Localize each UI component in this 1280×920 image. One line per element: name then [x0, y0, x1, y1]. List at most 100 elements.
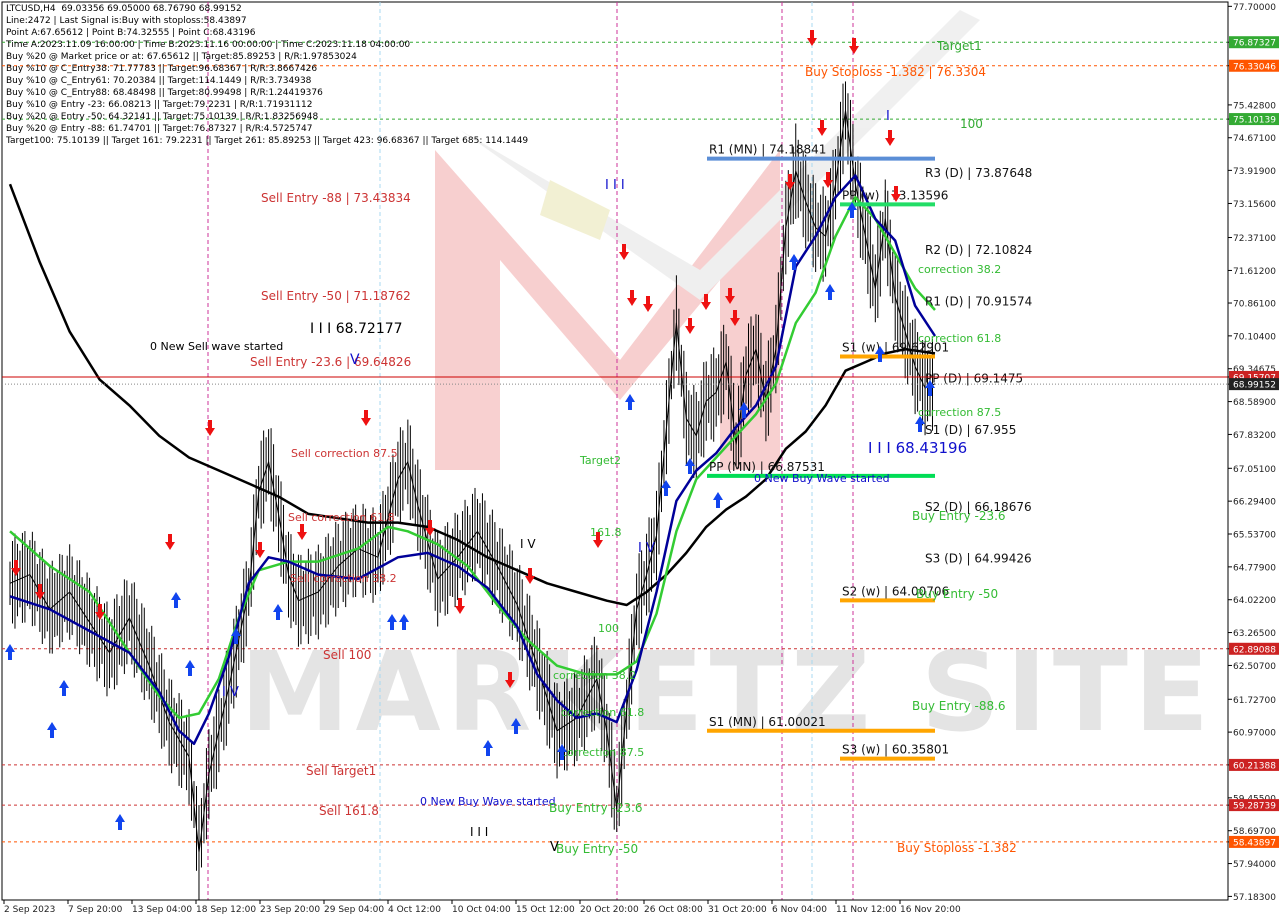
y-tick-label: 76.33046	[1233, 62, 1276, 72]
annotation-6: Sell correction 61.8	[288, 511, 395, 524]
level-label-4: Sell Target1	[306, 764, 376, 778]
annotation-22: Buy Entry -23.6	[912, 509, 1006, 523]
annotation-1: Sell Entry -50 | 71.18762	[261, 289, 411, 303]
y-tick-label: 65.53700	[1233, 530, 1276, 540]
y-tick-label: 74.67100	[1233, 134, 1276, 144]
x-tick-label: 26 Oct 08:00	[644, 905, 703, 915]
y-tick-label: 64.02200	[1233, 596, 1276, 606]
y-tick-label: 71.61200	[1233, 267, 1276, 277]
daily-label-0: R3 (D) | 73.87648	[925, 166, 1032, 180]
y-axis: 77.70000 76.87327 76.33046 75.42800 75.10139…	[1227, 2, 1279, 903]
x-tick-label: 16 Nov 20:00	[900, 905, 961, 915]
annotation-31: V	[550, 840, 559, 855]
daily-label-6: S3 (D) | 64.99426	[925, 552, 1032, 566]
annotation-20: 0 New Buy Wave started	[754, 472, 890, 485]
annotation-24: Buy Entry -88.6	[912, 699, 1006, 713]
y-tick-label: 73.91900	[1233, 167, 1276, 177]
y-tick-label: 67.83200	[1233, 431, 1276, 441]
annotation-16: 100	[598, 622, 619, 635]
y-tick-label: 77.70000	[1233, 3, 1276, 13]
annotation-12: correction 61.8	[561, 706, 644, 719]
info-line: Point A:67.65612 | Point B:74.32555 | Po…	[6, 28, 256, 38]
y-tick-label: 62.50700	[1233, 662, 1276, 672]
pivot-label-6: S3 (w) | 60.35801	[842, 743, 949, 757]
annotation-4: 0 New Sell wave started	[150, 340, 283, 353]
annotation-26: correction 61.8	[918, 332, 1001, 345]
info-line: LTCUSD,H4 69.03356 69.05000 68.76790 68.…	[6, 4, 242, 14]
y-tick-label: 73.15600	[1233, 200, 1276, 210]
level-label-2: 100	[960, 117, 983, 131]
annotation-21: I I I 68.43196	[868, 439, 967, 457]
y-tick-label: 57.94000	[1233, 860, 1276, 870]
y-tick-label: 58.69700	[1233, 827, 1276, 837]
annotation-0: Sell Entry -88 | 73.43834	[261, 191, 411, 205]
annotation-29: I V	[520, 537, 536, 551]
level-label-3: Sell 100	[323, 648, 371, 662]
annotation-11: correction 38.2	[553, 669, 636, 682]
annotation-3: I I I 68.72177	[310, 321, 403, 337]
x-tick-label: 29 Sep 04:00	[324, 905, 384, 915]
info-line: Buy %10 @ C_Entry61: 70.20384 || Target:…	[6, 76, 312, 86]
info-line: Target100: 75.10139 || Target 161: 79.22…	[6, 136, 529, 146]
annotation-5: Sell correction 87.5	[291, 447, 398, 460]
x-tick-label: 10 Oct 04:00	[452, 905, 511, 915]
annotation-18: I I I	[605, 178, 625, 193]
y-tick-label: 70.10400	[1233, 332, 1276, 342]
info-line: Buy %10 @ Entry -23: 66.08213 || Target:…	[6, 100, 313, 110]
daily-label-1: R2 (D) | 72.10824	[925, 243, 1032, 257]
daily-label-2: R1 (D) | 70.91574	[925, 295, 1032, 309]
annotation-13: correction 87.5	[561, 746, 644, 759]
y-tick-label: 60.97000	[1233, 729, 1276, 739]
annotation-28: I V	[222, 685, 239, 700]
y-tick-label: 64.77900	[1233, 563, 1276, 573]
annotation-14: Target2	[579, 454, 621, 467]
level-label-5: Sell 161.8	[319, 804, 379, 818]
level-label-0: Target1	[936, 39, 982, 53]
annotation-2: Sell Entry -23.6 | 69.64826	[250, 355, 411, 369]
y-tick-label: 62.89088	[1233, 645, 1276, 655]
y-tick-label: 66.29400	[1233, 498, 1276, 508]
y-tick-label: 60.21388	[1233, 761, 1276, 771]
y-tick-label: 59.28739	[1233, 802, 1276, 812]
y-tick-label: 67.05100	[1233, 465, 1276, 475]
info-line: Line:2472 | Last Signal is:Buy with stop…	[6, 16, 247, 26]
annotation-8: 0 New Buy Wave started	[420, 795, 556, 808]
info-line: Buy %20 @ Entry -88: 61.74701 || Target:…	[6, 124, 313, 134]
annotation-7: Sell correction 38.2	[290, 572, 397, 585]
x-tick-label: 23 Sep 20:00	[260, 905, 320, 915]
annotation-15: 161.8	[590, 526, 622, 539]
y-tick-label: 75.10139	[1233, 116, 1276, 126]
chart-root: MARKETZ SITE R1 (MN) | 74.18841 PP (MN) | …	[0, 0, 1280, 920]
x-tick-label: 7 Sep 20:00	[68, 905, 123, 915]
annotation-32: I	[886, 109, 890, 124]
info-line: Buy %10 @ C_Entry88: 68.48498 || Target:…	[6, 88, 323, 98]
y-tick-label: 57.18300	[1233, 893, 1276, 903]
annotation-27: correction 87.5	[918, 406, 1001, 419]
pivot-label-0: R1 (MN) | 74.18841	[709, 143, 826, 157]
annotation-17: I V	[638, 541, 655, 556]
x-tick-label: 11 Nov 12:00	[836, 905, 897, 915]
level-label-6: Buy Stoploss -1.382	[897, 841, 1017, 855]
x-tick-label: 18 Sep 12:00	[196, 905, 256, 915]
pivot-label-2: S1 (MN) | 61.00021	[709, 715, 826, 729]
x-tick-label: 31 Oct 20:00	[708, 905, 767, 915]
watermark-text: MARKETZ SITE	[240, 628, 1215, 756]
annotation-10: Buy Entry -50	[556, 842, 638, 856]
y-tick-label: 68.99152	[1233, 381, 1276, 391]
y-tick-label: 75.42800	[1233, 101, 1276, 111]
level-label-1: Buy Stoploss -1.382 | 76.3304	[805, 65, 986, 79]
info-line: Buy %10 @ C_Entry38: 71.77783 || Target:…	[6, 64, 318, 74]
daily-label-3: PP (D) | 69.1475	[925, 371, 1023, 385]
info-panel: LTCUSD,H4 69.03356 69.05000 68.76790 68.…	[6, 3, 528, 147]
y-tick-label: 58.43897	[1233, 838, 1276, 848]
info-line: Time A:2023.11.09 16:00:00 | Time B:2023…	[6, 40, 411, 50]
x-tick-label: 15 Oct 12:00	[516, 905, 575, 915]
x-tick-label: 6 Nov 04:00	[772, 905, 827, 915]
daily-label-4: S1 (D) | 67.955	[925, 423, 1016, 437]
x-tick-label: 4 Oct 12:00	[388, 905, 441, 915]
annotation-30: I I I	[470, 825, 488, 839]
y-tick-label: 63.26500	[1233, 629, 1276, 639]
y-tick-label: 72.37100	[1233, 234, 1276, 244]
x-axis: 2 Sep 2023 7 Sep 20:00 13 Sep 04:00 18 Sep …	[2, 899, 1228, 915]
annotation-25: correction 38.2	[918, 263, 1001, 276]
